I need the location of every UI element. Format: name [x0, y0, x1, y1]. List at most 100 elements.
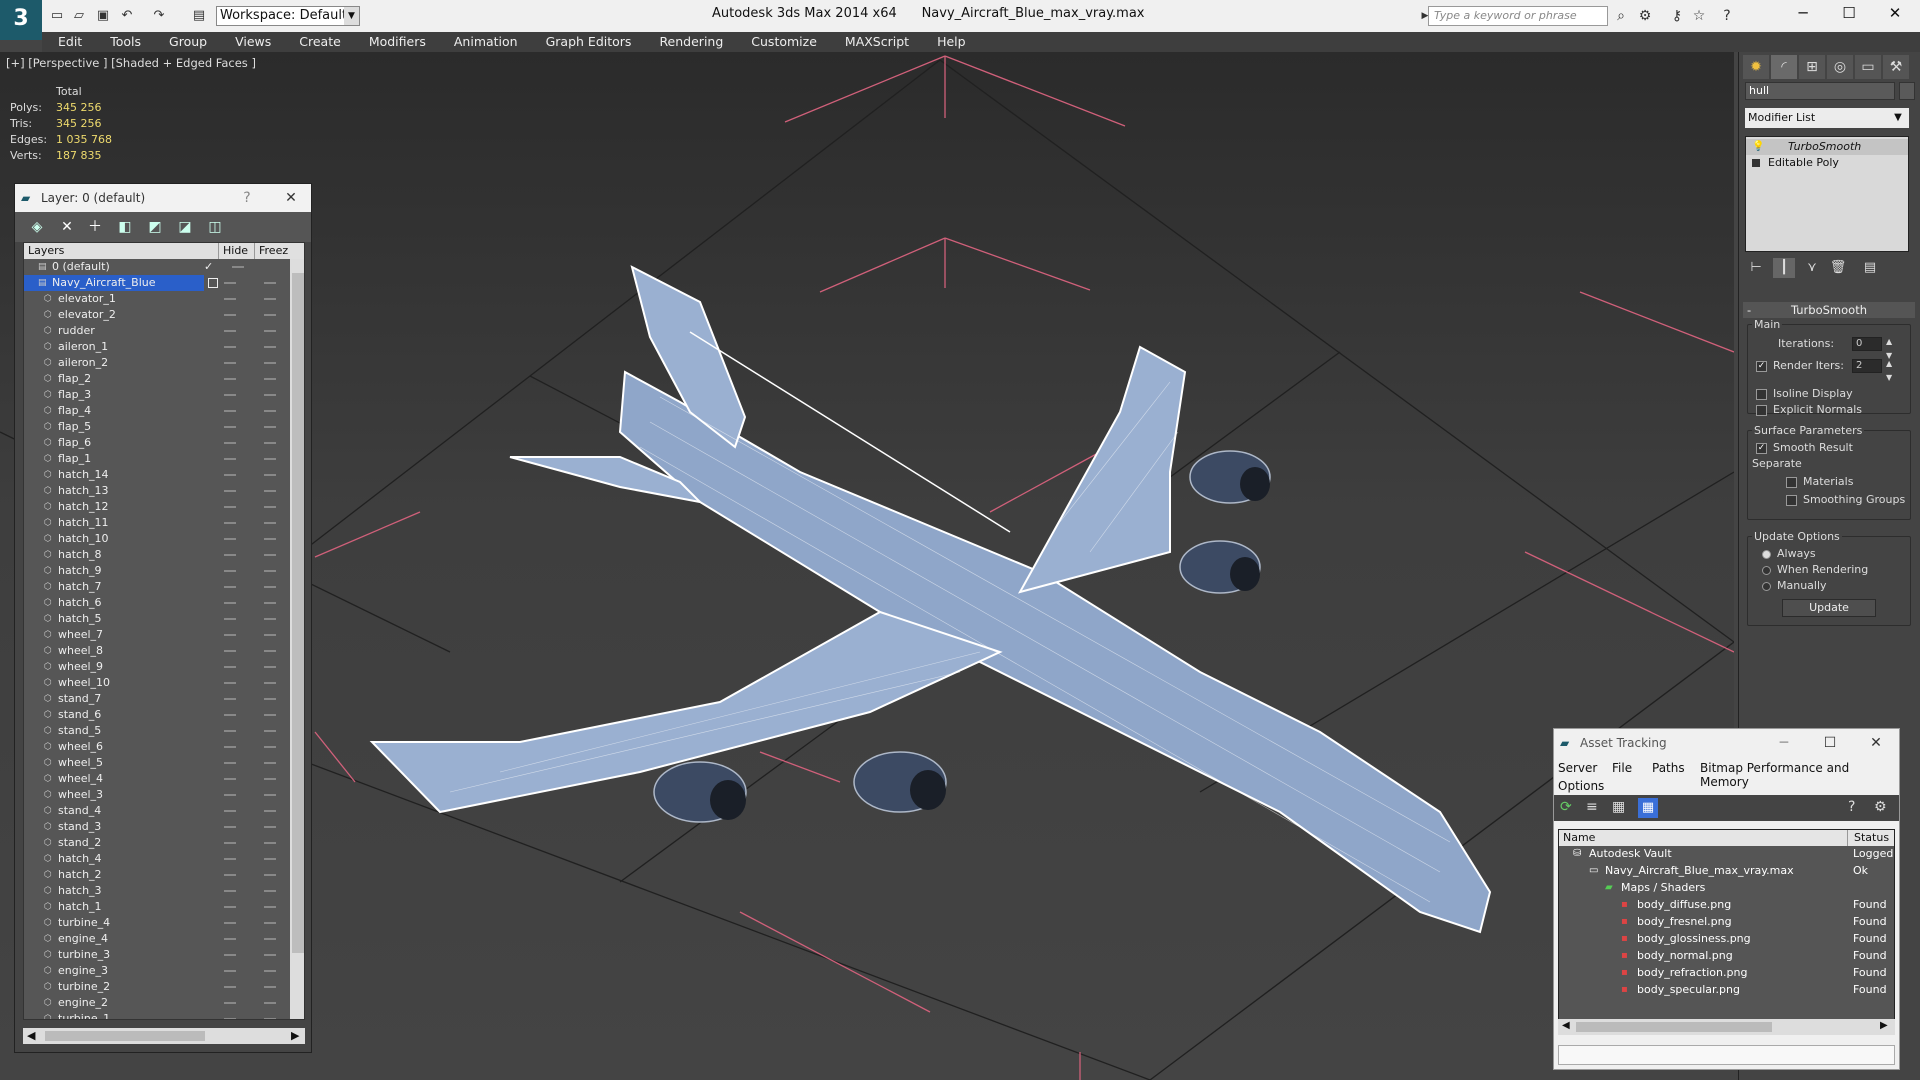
stack-item-editable-poly[interactable]: Editable Poly	[1746, 155, 1908, 171]
hide-toggle[interactable]	[224, 890, 236, 892]
freeze-toggle[interactable]	[264, 954, 276, 956]
new-file-icon[interactable]: ▭	[48, 7, 66, 25]
render-iters-checkbox[interactable]: ✓	[1756, 360, 1767, 372]
search-input[interactable]: Type a keyword or phrase	[1428, 6, 1608, 26]
column-freeze[interactable]: Freez	[254, 243, 288, 259]
freeze-toggle[interactable]	[264, 602, 276, 604]
hide-toggle[interactable]	[224, 362, 236, 364]
freeze-toggle[interactable]	[264, 778, 276, 780]
asset-row[interactable]: ▰ Maps / Shaders	[1559, 880, 1894, 896]
freeze-toggle[interactable]	[264, 442, 276, 444]
asset-row[interactable]: ▪ body_fresnel.png Found	[1559, 914, 1894, 930]
hide-toggle[interactable]	[224, 1018, 236, 1019]
freeze-toggle[interactable]	[264, 858, 276, 860]
smoothing-groups-checkbox[interactable]	[1786, 494, 1797, 506]
hide-toggle[interactable]	[224, 586, 236, 588]
horizontal-scrollbar[interactable]: ◀ ▶	[1558, 1019, 1895, 1035]
scroll-right-icon[interactable]: ▶	[291, 1029, 299, 1042]
menu-server[interactable]: Server	[1558, 761, 1597, 775]
object-row[interactable]: ⬡ wheel_5	[24, 755, 290, 771]
delete-layer-icon[interactable]: ✕	[57, 218, 77, 236]
hide-toggle[interactable]	[224, 602, 236, 604]
asset-row[interactable]: ▪ body_normal.png Found	[1559, 948, 1894, 964]
hide-toggle[interactable]	[224, 714, 236, 716]
freeze-toggle[interactable]	[264, 794, 276, 796]
menu-maxscript[interactable]: MAXScript	[831, 32, 923, 52]
freeze-toggle[interactable]	[264, 298, 276, 300]
close-button[interactable]: ✕	[1866, 733, 1886, 753]
object-row[interactable]: ⬡ engine_3	[24, 963, 290, 979]
menu-paths[interactable]: Paths	[1652, 761, 1685, 775]
asset-row[interactable]: ⛁ Autodesk Vault Logged O	[1559, 846, 1894, 862]
menu-graph-editors[interactable]: Graph Editors	[532, 32, 646, 52]
hide-toggle[interactable]	[224, 874, 236, 876]
object-row[interactable]: ⬡ turbine_3	[24, 947, 290, 963]
smooth-result-checkbox[interactable]: ✓	[1756, 442, 1767, 454]
hide-toggle[interactable]	[224, 282, 236, 284]
object-row[interactable]: ⬡ hatch_5	[24, 611, 290, 627]
menu-file[interactable]: File	[1612, 761, 1632, 775]
column-name[interactable]: Name	[1563, 831, 1595, 844]
scroll-right-icon[interactable]: ▶	[1880, 1020, 1888, 1031]
rollout-header[interactable]: - TurboSmooth	[1743, 302, 1915, 318]
hide-toggle[interactable]	[224, 666, 236, 668]
minimize-button[interactable]: ─	[1780, 0, 1826, 28]
object-row[interactable]: ⬡ stand_5	[24, 723, 290, 739]
column-hide[interactable]: Hide	[218, 243, 248, 259]
hide-toggle[interactable]	[224, 922, 236, 924]
freeze-toggle[interactable]	[264, 906, 276, 908]
object-row[interactable]: ⬡ hatch_2	[24, 867, 290, 883]
scrollbar-thumb[interactable]	[45, 1031, 205, 1041]
freeze-toggle[interactable]	[264, 362, 276, 364]
freeze-toggle[interactable]	[264, 346, 276, 348]
stack-item-turbosmooth[interactable]: 💡 TurboSmooth	[1746, 139, 1908, 155]
object-row[interactable]: ⬡ aileron_2	[24, 355, 290, 371]
freeze-toggle[interactable]	[264, 810, 276, 812]
menu-tools[interactable]: Tools	[96, 32, 155, 52]
horizontal-scrollbar[interactable]: ◀ ▶	[23, 1028, 305, 1044]
object-row[interactable]: ⬡ flap_4	[24, 403, 290, 419]
add-to-layer-icon[interactable]: ＋	[85, 218, 105, 236]
hide-toggle[interactable]	[224, 858, 236, 860]
modify-tab-icon[interactable]: ◜	[1771, 55, 1797, 79]
object-row[interactable]: ⬡ elevator_1	[24, 291, 290, 307]
freeze-toggle[interactable]	[264, 330, 276, 332]
freeze-toggle[interactable]	[264, 698, 276, 700]
hide-toggle[interactable]	[224, 458, 236, 460]
freeze-toggle[interactable]	[264, 314, 276, 316]
freeze-toggle[interactable]	[264, 938, 276, 940]
smoothing-groups-row[interactable]: Smoothing Groups	[1786, 493, 1905, 507]
asset-row[interactable]: ▪ body_refraction.png Found	[1559, 965, 1894, 981]
create-layer-icon[interactable]: ◈	[27, 218, 47, 236]
freeze-toggle[interactable]	[264, 282, 276, 284]
expand-box-icon[interactable]	[1752, 159, 1760, 167]
object-row[interactable]: ⬡ hatch_13	[24, 483, 290, 499]
menu-help[interactable]: Help	[923, 32, 980, 52]
spinner-arrows-icon[interactable]: ▲ ▼	[1886, 357, 1892, 385]
freeze-toggle[interactable]	[264, 490, 276, 492]
hide-toggle[interactable]	[224, 506, 236, 508]
help-icon[interactable]: ?	[1718, 7, 1736, 25]
object-row[interactable]: ⬡ hatch_4	[24, 851, 290, 867]
hide-toggle[interactable]	[224, 746, 236, 748]
object-color-swatch[interactable]	[1899, 82, 1915, 100]
lightbulb-icon[interactable]: 💡	[1752, 139, 1764, 155]
hide-toggle[interactable]	[224, 762, 236, 764]
hide-toggle[interactable]	[224, 554, 236, 556]
asset-table[interactable]: Name Status ⛁ Autodesk Vault Logged O ▭ Navy…	[1558, 829, 1895, 1024]
hide-toggle[interactable]	[224, 986, 236, 988]
hide-toggle[interactable]	[224, 650, 236, 652]
freeze-toggle[interactable]	[264, 570, 276, 572]
freeze-toggle[interactable]	[264, 634, 276, 636]
freeze-toggle[interactable]	[264, 650, 276, 652]
object-row[interactable]: ⬡ stand_6	[24, 707, 290, 723]
asset-row[interactable]: ▪ body_specular.png Found	[1559, 982, 1894, 998]
hide-toggle[interactable]	[224, 826, 236, 828]
minimize-button[interactable]: ─	[1774, 733, 1794, 753]
layer-list[interactable]: Layers Hide Freez ▤ 0 (default) ✓ ▤ Navy_Air…	[23, 242, 305, 1020]
show-end-result-icon[interactable]: ┃	[1773, 258, 1795, 278]
asset-row[interactable]: ▪ body_diffuse.png Found	[1559, 897, 1894, 913]
key-icon[interactable]: ⚷	[1668, 7, 1686, 25]
always-radio[interactable]	[1762, 549, 1771, 559]
display-tab-icon[interactable]: ▭	[1855, 55, 1881, 79]
